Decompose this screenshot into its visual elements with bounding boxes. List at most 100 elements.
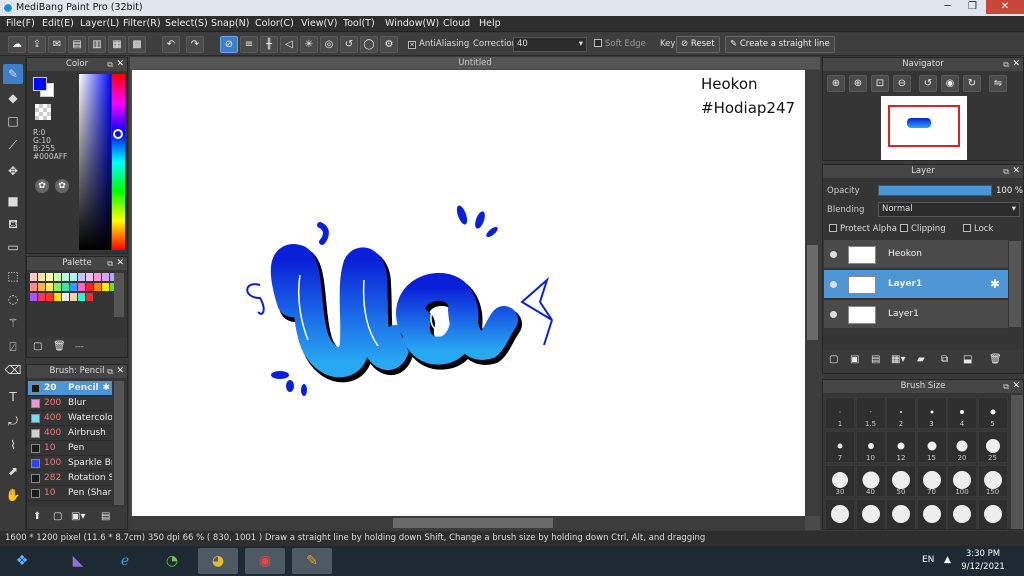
correction-select[interactable]: 40 ▾	[513, 37, 587, 52]
clock[interactable]: 3:30 PM 9/12/2021	[958, 548, 1008, 574]
layers-icon[interactable]: ▦	[108, 36, 126, 53]
close-icon[interactable]: ✕	[1012, 165, 1020, 178]
merge-layer-icon[interactable]: ⬓	[963, 354, 972, 365]
brush-size-option[interactable]: 12	[886, 431, 916, 463]
straight-line-button[interactable]: ✎ Create a straight line	[725, 36, 835, 53]
brush-size-option[interactable]	[886, 499, 916, 529]
palette-swatch[interactable]	[54, 273, 61, 281]
opacity-slider[interactable]	[878, 185, 992, 196]
lasso-tool-icon[interactable]: ◌	[3, 289, 23, 309]
zoom-fit-icon[interactable]: ⊕	[827, 75, 845, 92]
save-icon[interactable]: ▥	[88, 36, 106, 53]
palette-swatch[interactable]	[94, 273, 101, 281]
layer-row[interactable]: Layer1 ✱	[824, 270, 1008, 299]
hue-slider-handle[interactable]	[113, 129, 123, 139]
brush-size-option[interactable]: 20	[947, 431, 977, 463]
saturation-value-picker[interactable]	[79, 74, 111, 250]
brush-size-option[interactable]	[977, 499, 1008, 529]
browser-icon[interactable]: ◔	[152, 548, 192, 574]
undo-icon[interactable]: ↶	[162, 36, 180, 53]
color-wheel-icon[interactable]: ✿	[35, 179, 49, 193]
horizontal-scroll-thumb[interactable]	[393, 518, 553, 528]
brush-tool-icon[interactable]: ✎	[3, 64, 23, 84]
rotate-left-icon[interactable]: ↺	[919, 75, 937, 92]
folder-icon[interactable]: ▰	[917, 354, 925, 365]
popout-icon[interactable]: ⧉	[1003, 165, 1009, 178]
reset-button[interactable]: ⊘ Reset	[676, 36, 720, 53]
rotate-right-icon[interactable]: ↻	[963, 75, 981, 92]
palette-swatch[interactable]	[30, 283, 37, 291]
brush-list-item[interactable]: 10 Pen (Sharp)	[28, 486, 112, 501]
palette-swatch[interactable]	[70, 293, 77, 301]
rotate-reset-icon[interactable]: ◉	[941, 75, 959, 92]
internet-explorer-icon[interactable]: ℯ	[105, 548, 145, 574]
rectangle-tool-icon[interactable]: □	[3, 111, 23, 131]
vertical-scrollbar[interactable]	[805, 70, 820, 516]
horizontal-scrollbar[interactable]	[130, 516, 805, 530]
brush-size-option[interactable]	[825, 499, 855, 529]
new-layer-icon[interactable]: ▢	[829, 354, 838, 365]
new-halftone-layer-icon[interactable]: ▣	[850, 354, 859, 365]
palette-swatch[interactable]	[70, 283, 77, 291]
palette-swatch[interactable]	[86, 283, 93, 291]
brush-size-option[interactable]	[855, 499, 886, 529]
visibility-icon[interactable]	[830, 281, 837, 288]
bucket-tool-icon[interactable]: ⛾	[3, 214, 23, 234]
palette-swatch[interactable]	[30, 293, 37, 301]
add-palette-icon[interactable]: ▢	[33, 341, 42, 352]
share-icon[interactable]: ⇪	[28, 36, 46, 53]
delete-layer-icon[interactable]: 🗑	[989, 354, 1002, 365]
palette-swatch[interactable]	[62, 293, 69, 301]
menu-view[interactable]: View(V)	[301, 18, 337, 29]
palette-swatch[interactable]	[54, 283, 61, 291]
move-tool-icon[interactable]: ✥	[3, 161, 23, 181]
menu-layer[interactable]: Layer(L)	[80, 18, 119, 29]
brush-size-option[interactable]: 40	[855, 465, 886, 497]
close-icon[interactable]: ✕	[116, 365, 124, 378]
close-icon[interactable]: ✕	[116, 58, 124, 71]
line-tool-icon[interactable]: ⟋	[3, 135, 23, 155]
curve-snap-icon[interactable]: ↺	[340, 36, 358, 53]
menu-snap[interactable]: Snap(N)	[211, 18, 249, 29]
palette-swatch[interactable]	[54, 293, 61, 301]
palette-swatch[interactable]	[46, 293, 53, 301]
close-icon[interactable]: ✕	[116, 257, 124, 270]
palette-swatch[interactable]	[102, 283, 109, 291]
palette-swatch[interactable]	[30, 273, 37, 281]
brush-size-option[interactable]: 7	[825, 431, 855, 463]
flip-icon[interactable]: ⇋	[989, 75, 1007, 92]
operation-tool-icon[interactable]: ⬈	[3, 461, 23, 481]
vertical-scroll-thumb[interactable]	[807, 245, 818, 340]
layer-row[interactable]: Layer1	[824, 300, 1008, 329]
cloud-icon[interactable]: ☁	[8, 36, 26, 53]
menu-tool[interactable]: Tool(T)	[343, 18, 375, 29]
popout-icon[interactable]: ⧉	[1003, 58, 1009, 71]
color-history-icon[interactable]: ✿	[55, 179, 69, 193]
close-icon[interactable]: ✕	[1012, 380, 1020, 393]
zoom-actual-icon[interactable]: ⊡	[871, 75, 889, 92]
soft-edge-toggle[interactable]: Soft Edge	[594, 39, 646, 49]
palette-scrollbar[interactable]	[114, 273, 124, 317]
ellipse-snap-icon[interactable]: ◯	[360, 36, 378, 53]
brush-scrollbar[interactable]	[114, 381, 124, 505]
brush-size-option[interactable]: 70	[916, 465, 947, 497]
clipping-checkbox[interactable]: Clipping	[900, 224, 946, 234]
circle-snap-icon[interactable]: ◎	[320, 36, 338, 53]
visibility-icon[interactable]	[830, 251, 837, 258]
comment-icon[interactable]: ✉	[48, 36, 66, 53]
cross-snap-icon[interactable]: ╫	[260, 36, 278, 53]
menu-edit[interactable]: Edit(E)	[42, 18, 74, 29]
brush-list-item[interactable]: 282 Rotation Symmetry	[28, 471, 112, 486]
new-8bit-layer-icon[interactable]: ▤	[871, 354, 880, 365]
maximize-button[interactable]: ❐	[960, 0, 985, 14]
fill-rect-tool-icon[interactable]: ■	[3, 191, 23, 211]
palette-swatch[interactable]	[62, 283, 69, 291]
protect-alpha-checkbox[interactable]: Protect Alpha	[829, 224, 897, 234]
zoom-out-icon[interactable]: ⊖	[893, 75, 911, 92]
palette-swatch[interactable]	[78, 283, 85, 291]
brush-list-item[interactable]: 20 Pencil ✱	[28, 381, 112, 396]
show-hidden-icons[interactable]: ▲	[944, 555, 951, 565]
brush-size-option[interactable]: 100	[947, 465, 977, 497]
gradient-tool-icon[interactable]: ▭	[3, 237, 23, 257]
radial-snap-icon[interactable]: ✳	[300, 36, 318, 53]
